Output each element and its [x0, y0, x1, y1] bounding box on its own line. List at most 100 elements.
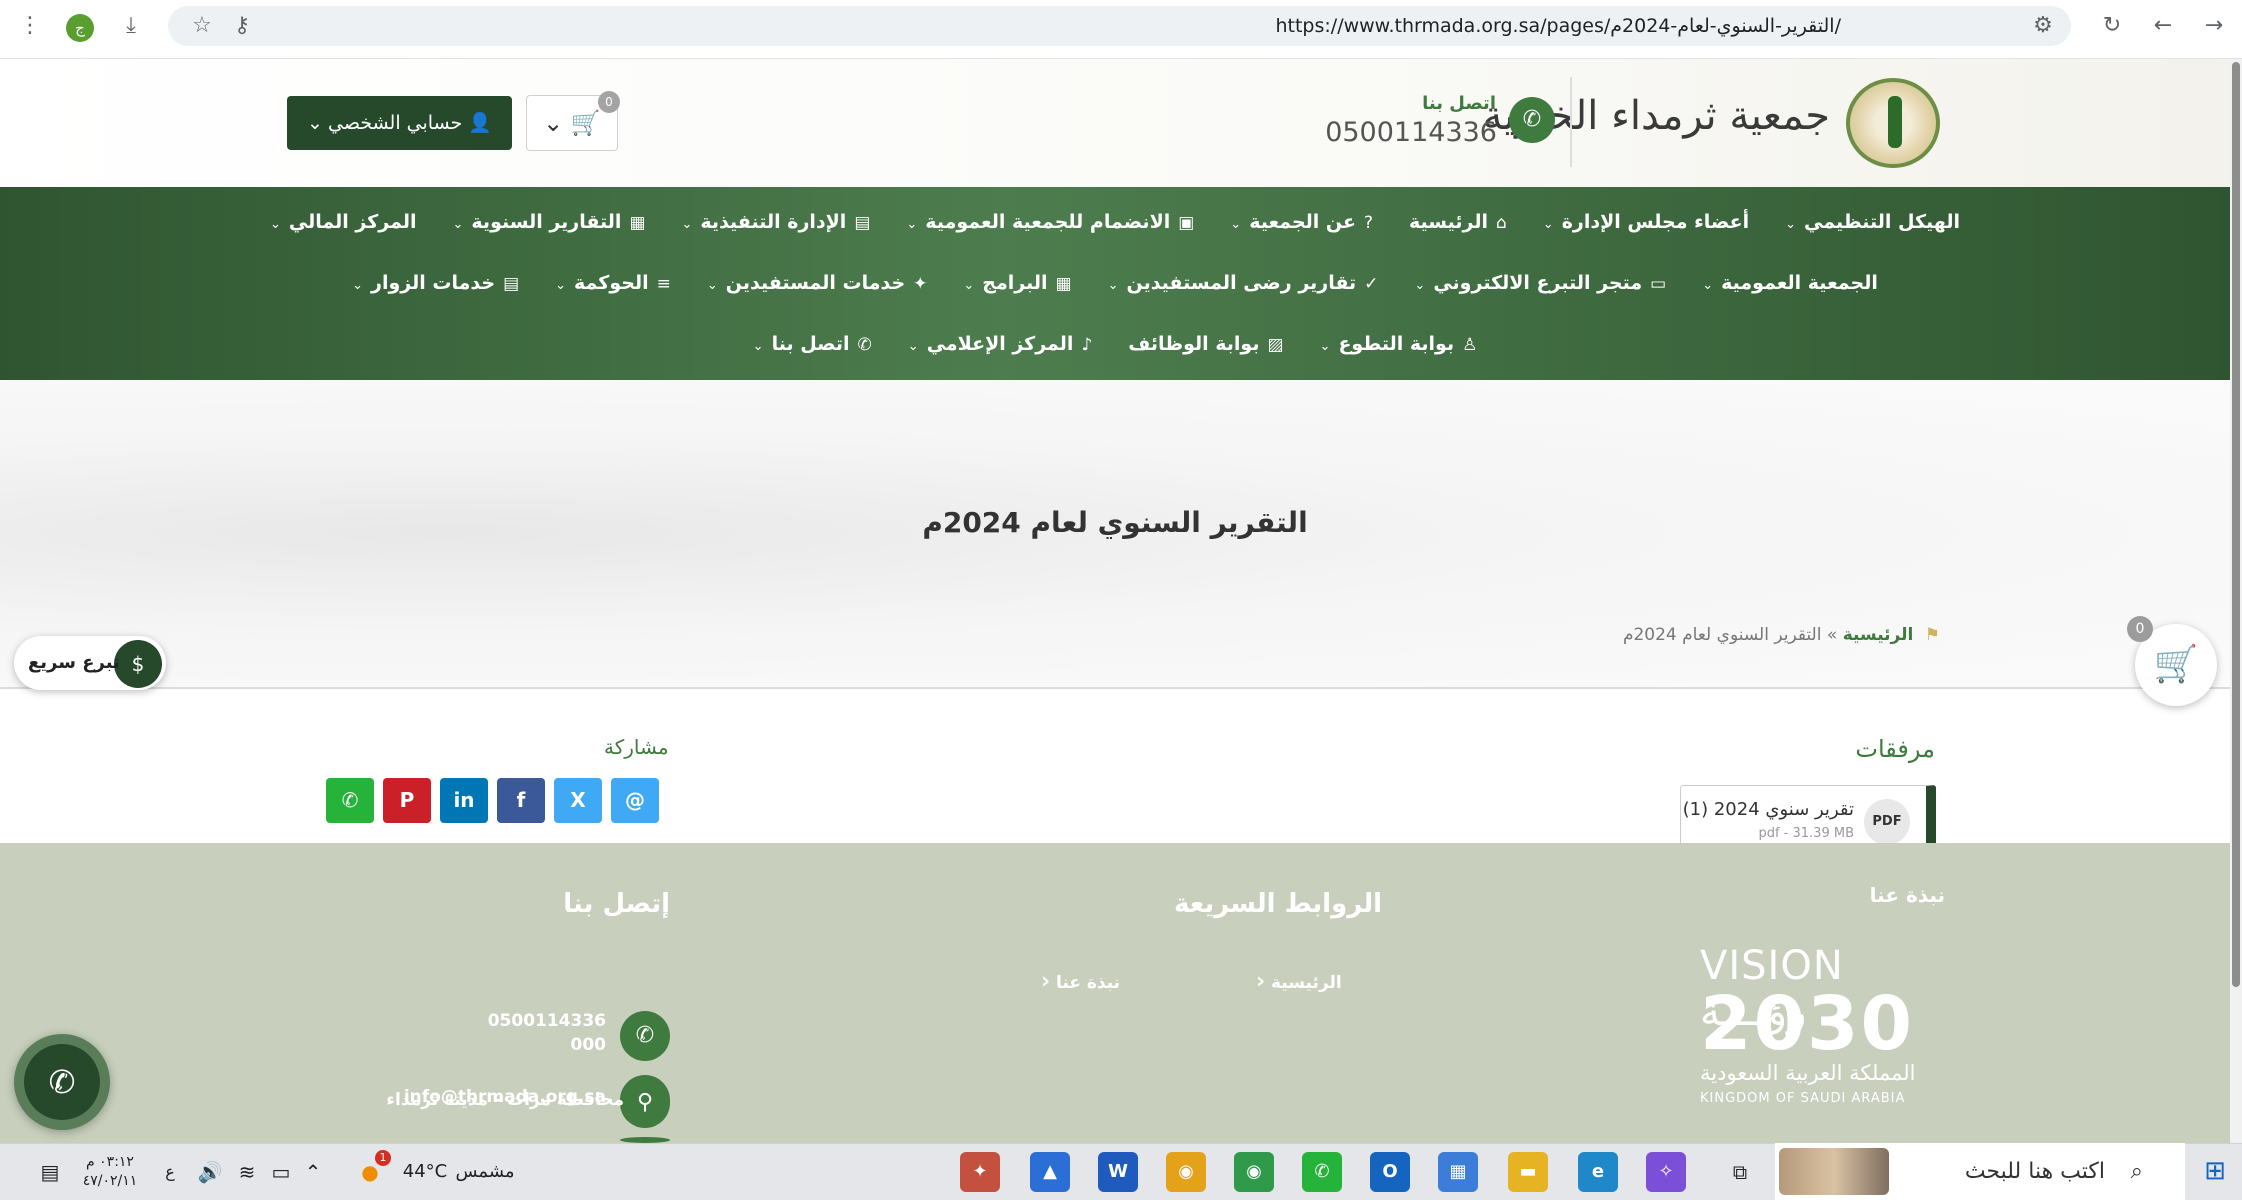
nav-item[interactable]: ? عن الجمعية ⌄	[1230, 211, 1373, 233]
store-icon[interactable]: ▦	[1438, 1152, 1478, 1192]
app-icon-1[interactable]: ✦	[960, 1152, 1000, 1192]
palm-logo-icon[interactable]	[1846, 78, 1940, 168]
taskbar-clock[interactable]: ٠٣:١٢ م ٤٧/٠٢/١١	[80, 1153, 140, 1191]
nav-item[interactable]: ♪ المركز الإعلامي ⌄	[908, 333, 1093, 355]
file-explorer-icon[interactable]: ▬	[1508, 1152, 1548, 1192]
call-us-label: اتصل بنا	[1422, 93, 1496, 114]
chevron-down-icon: ⌄	[352, 278, 364, 293]
facebook-share-button[interactable]: f	[497, 778, 545, 823]
nav-row: الجمعية العمومية ⌄ ▭ متجر التبرع الالكتروني…	[0, 272, 2230, 294]
copilot-icon[interactable]: ✧	[1646, 1152, 1686, 1192]
location-pin-icon[interactable]: ⚲	[620, 1078, 670, 1128]
nav-item[interactable]: ✆ اتصل بنا ⌄	[753, 333, 872, 355]
nav-item-label: تقارير رضى المستفيدين	[1126, 272, 1357, 294]
weather-label[interactable]: مشمس	[455, 1153, 515, 1191]
nav-item[interactable]: ▤ الإدارة التنفيذية ⌄	[682, 211, 871, 233]
breadcrumb-home-link[interactable]: الرئيسية	[1843, 625, 1914, 645]
nav-item[interactable]: ▣ الانضمام للجمعية العمومية ⌄	[906, 211, 1194, 233]
nav-item-label: الحوكمة	[574, 272, 649, 294]
chevron-down-icon: ⌄	[307, 112, 323, 134]
download-icon[interactable]: ⤓	[111, 6, 151, 46]
windows-start-icon[interactable]: ⊞	[2195, 1152, 2235, 1190]
chrome-icon[interactable]: ◉	[1234, 1152, 1274, 1192]
nav-item-icon: ✓	[1364, 274, 1379, 294]
attachment-file-name[interactable]: تقرير سنوي 2024 (1)	[1683, 799, 1854, 820]
nav-item[interactable]: ▦ البرامج ⌄	[963, 272, 1071, 294]
extension-badge-icon[interactable]: ج	[66, 14, 94, 42]
quick-donate-button[interactable]: $ تبرع سريع	[14, 636, 166, 690]
back-arrow-icon[interactable]: ←	[2143, 6, 2183, 46]
url-text[interactable]: https://www.thrmada.org.sa/pages/التقرير…	[1275, 6, 1841, 46]
nav-item[interactable]: الجمعية العمومية ⌄	[1702, 272, 1878, 294]
pinterest-share-button[interactable]: P	[383, 778, 431, 823]
wifi-icon[interactable]: ≋	[232, 1153, 262, 1191]
whatsapp-share-button[interactable]: ✆	[326, 778, 374, 823]
notifications-icon[interactable]: ▤	[30, 1153, 70, 1191]
my-account-button[interactable]: 👤 حسابي الشخصي ⌄	[287, 96, 512, 150]
x-share-button[interactable]: X	[554, 778, 602, 823]
chevron-down-icon: ⌄	[543, 109, 564, 137]
nav-item-label: الرئيسية	[1409, 211, 1488, 233]
chevron-down-icon: ⌄	[963, 278, 975, 293]
edge-icon[interactable]: e	[1578, 1152, 1618, 1192]
nav-item[interactable]: الهيكل التنظيمي ⌄	[1785, 211, 1960, 233]
battery-icon[interactable]: ▭	[266, 1153, 296, 1191]
nav-item[interactable]: ⌂ الرئيسية	[1409, 211, 1507, 233]
more-menu-icon[interactable]: ⋮	[10, 6, 50, 46]
site-header: جمعية ثرمداء الخيرية ✆ اتصل بنا 05001143…	[0, 59, 2230, 187]
bookmark-star-icon[interactable]: ☆	[182, 6, 222, 46]
footer-link-home[interactable]: الرئيسية ‹	[1256, 969, 1342, 994]
footer-address: محافظة مرات - مدينة ثرمداء	[386, 1090, 624, 1110]
footer-phone-line1[interactable]: 0500114336	[488, 1011, 606, 1031]
whatsapp-app-icon[interactable]: ✆	[1302, 1152, 1342, 1192]
nav-item[interactable]: ▨ بوابة الوظائف	[1128, 333, 1283, 355]
weather-badge: 1	[375, 1150, 391, 1166]
nav-item[interactable]: ♙ بوابة التطوع ⌄	[1320, 333, 1478, 355]
taskbar-search[interactable]: ⌕ اكتب هنا للبحث	[1775, 1143, 2185, 1200]
phone-icon[interactable]: ✆	[620, 1011, 670, 1061]
phone-icon[interactable]: ✆	[1509, 97, 1555, 143]
outlook-icon[interactable]: O	[1370, 1152, 1410, 1192]
chrome-profile-icon[interactable]: ◉	[1166, 1152, 1206, 1192]
nav-item[interactable]: ≡ الحوكمة ⌄	[555, 272, 671, 294]
email-share-button[interactable]: @	[611, 778, 659, 823]
nav-item[interactable]: المركز المالي ⌄	[270, 211, 416, 233]
nav-item[interactable]: أعضاء مجلس الإدارة ⌄	[1543, 211, 1749, 233]
chevron-up-icon[interactable]: ⌃	[298, 1153, 328, 1191]
password-key-icon[interactable]: ⚷	[222, 6, 262, 46]
site-settings-icon[interactable]: ⚙	[2023, 6, 2063, 46]
chevron-down-icon: ⌄	[706, 278, 718, 293]
linkedin-share-button[interactable]: in	[440, 778, 488, 823]
nav-item[interactable]: ✦ خدمات المستفيدين ⌄	[707, 272, 928, 294]
photos-icon[interactable]: ▲	[1030, 1152, 1070, 1192]
input-language[interactable]: ع	[160, 1153, 180, 1191]
nav-item-icon: ▭	[1650, 274, 1667, 294]
reload-icon[interactable]: ↻	[2092, 6, 2132, 46]
site-footer: نبذة عنا VISION رؤيـــة 2030 المملكة الع…	[0, 843, 2230, 1143]
footer-link-about[interactable]: نبذة عنا ‹	[1041, 969, 1120, 994]
chevron-left-icon: ‹	[1256, 969, 1266, 994]
nav-item-icon: ≡	[656, 274, 671, 294]
footer-phone-line2: 000	[570, 1035, 607, 1055]
nav-item-icon: ?	[1363, 213, 1374, 233]
my-account-label: حسابي الشخصي	[328, 112, 463, 134]
whatsapp-float-button[interactable]: ✆	[14, 1034, 110, 1130]
word-icon[interactable]: W	[1098, 1152, 1138, 1192]
forward-arrow-icon[interactable]: →	[2194, 6, 2234, 46]
call-us-number[interactable]: 0500114336	[1325, 117, 1497, 148]
chevron-down-icon: ⌄	[270, 217, 281, 232]
weather-temp[interactable]: 44°C	[400, 1153, 450, 1191]
nav-item[interactable]: ▤ خدمات الزوار ⌄	[352, 272, 519, 294]
nav-item-label: اتصل بنا	[771, 333, 850, 355]
nav-item[interactable]: ▦ التقارير السنوية ⌄	[453, 211, 646, 233]
chevron-down-icon: ⌄	[1107, 278, 1119, 293]
scrollbar-thumb[interactable]	[2232, 62, 2240, 987]
address-bar[interactable]: ☆ ⚷ https://www.thrmada.org.sa/pages/الت…	[168, 6, 2071, 46]
nav-item[interactable]: ✓ تقارير رضى المستفيدين ⌄	[1108, 272, 1379, 294]
breadcrumb-current: التقرير السنوي لعام 2024م	[1622, 625, 1822, 645]
task-view-icon[interactable]: ⧉	[1720, 1153, 1760, 1191]
chevron-down-icon: ⌄	[907, 339, 919, 354]
volume-icon[interactable]: 🔊	[195, 1153, 225, 1191]
nav-item[interactable]: ▭ متجر التبرع الالكتروني ⌄	[1414, 272, 1666, 294]
nav-item-icon: ♙	[1462, 335, 1478, 355]
